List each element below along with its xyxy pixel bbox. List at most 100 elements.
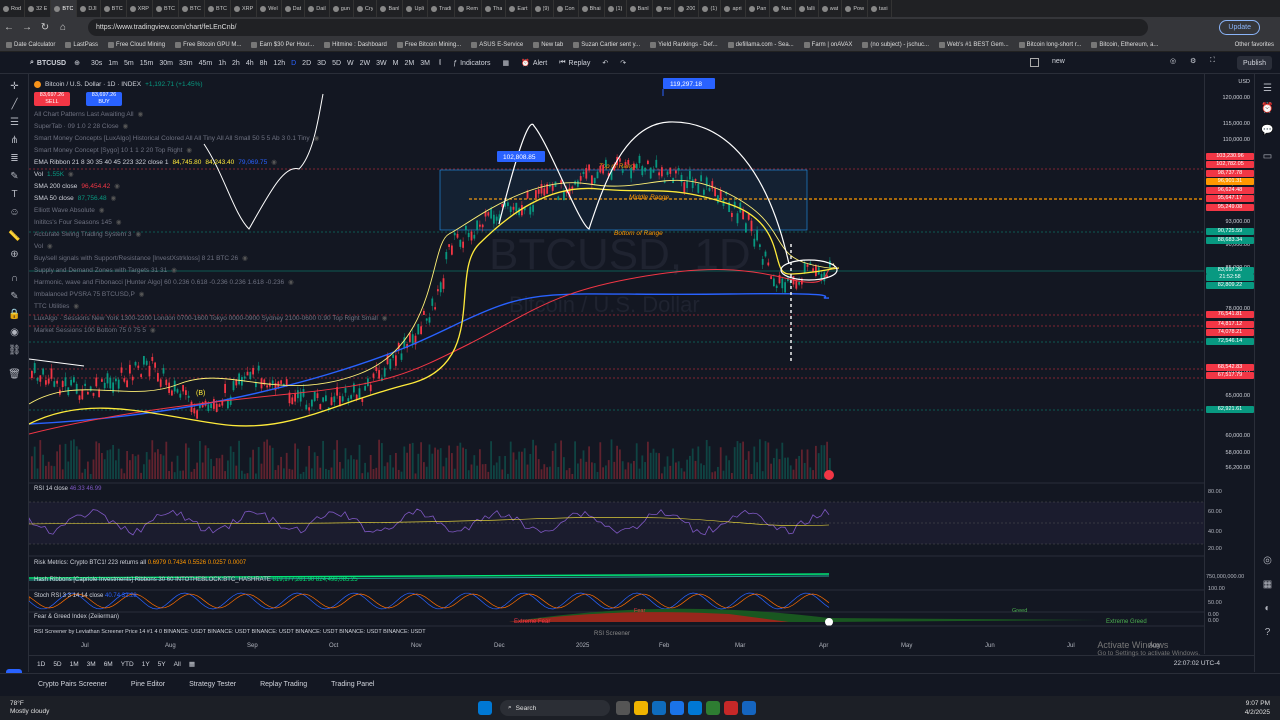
timeframe-button[interactable]: 30m (156, 60, 176, 67)
browser-tab[interactable]: BTC (101, 0, 127, 17)
mail-icon[interactable] (688, 701, 702, 715)
eye-icon[interactable]: ◉ (47, 242, 53, 250)
layout-name[interactable]: new (1052, 58, 1065, 65)
eye-icon[interactable]: ◉ (314, 134, 320, 142)
sell-button[interactable]: 83,697.26 SELL (34, 92, 70, 106)
templates-button[interactable]: ▦ (496, 59, 515, 67)
timeframe-button[interactable]: 3D (314, 60, 329, 67)
browser-tab[interactable]: (1) (605, 0, 627, 17)
home-icon[interactable]: ⌂ (54, 19, 72, 37)
eye-icon[interactable]: ◉ (242, 254, 248, 262)
indicator-row[interactable]: SuperTab · 09 1.0 2 28 Close ◉ (34, 120, 387, 132)
range-button[interactable]: 3M (87, 661, 96, 668)
bookmark-item[interactable]: New tab (533, 41, 563, 48)
bottom-tab[interactable]: Strategy Tester (177, 681, 248, 688)
timeframe-button[interactable]: 5D (329, 60, 344, 67)
indicator-row[interactable]: Buy/sell signals with Support/Resistance… (34, 252, 387, 264)
bookmark-item[interactable]: Date Calculator (6, 41, 55, 48)
emoji-icon[interactable]: ☺ (8, 206, 21, 219)
range-button[interactable]: 5D (53, 661, 61, 668)
indicators-button[interactable]: ƒ Indicators (447, 60, 496, 67)
windows-start-icon[interactable] (478, 701, 492, 715)
eye-icon[interactable]: ◉ (288, 278, 294, 286)
eye-icon[interactable]: ◉ (114, 182, 120, 190)
timeframe-button[interactable]: 12h (270, 60, 288, 67)
weather-widget[interactable]: 78°F Mostly cloudy (10, 700, 49, 716)
bookmark-item[interactable]: LastPass (65, 41, 98, 48)
browser-tab[interactable]: Dat (282, 0, 306, 17)
indicator-row[interactable]: Supply and Demand Zones with Targets 31 … (34, 264, 387, 276)
undo-icon[interactable]: ↶ (596, 59, 614, 67)
browser-tab[interactable]: 32 E (25, 0, 52, 17)
browser-tab[interactable]: Nan (770, 0, 796, 17)
eye-icon[interactable]: ◉ (139, 290, 145, 298)
brush-icon[interactable]: ✎ (8, 170, 21, 183)
reload-icon[interactable]: ↻ (36, 19, 54, 37)
eye-icon[interactable]: ◉ (171, 266, 177, 274)
eye-icon[interactable]: ◉ (8, 326, 21, 339)
browser-tab[interactable]: Upli (403, 0, 428, 17)
horizontal-lines-icon[interactable]: ☰ (8, 116, 21, 129)
chat-icon[interactable]: 💬 (1261, 124, 1274, 137)
magnet-icon[interactable]: ∩ (8, 272, 21, 285)
bookmark-item[interactable]: Web's #1 BEST Gem... (939, 41, 1009, 48)
bookmark-item[interactable]: defillama.com - Sea... (727, 41, 794, 48)
bookmark-item[interactable]: Hitmine : Dashboard (324, 41, 387, 48)
bottom-tab[interactable]: Crypto Pairs Screener (26, 681, 119, 688)
indicator-row[interactable]: EMA Ribbon 21 8 30 35 40 45 223 322 clos… (34, 156, 387, 168)
timeframe-button[interactable]: 15m (137, 60, 157, 67)
bottom-tab[interactable]: Trading Panel (319, 681, 386, 688)
price-scale[interactable]: USD 120,000.00115,000.00110,000.00105,00… (1204, 74, 1254, 654)
file-explorer-icon[interactable] (634, 701, 648, 715)
bookmark-item[interactable]: Bitcoin long-short r... (1018, 41, 1081, 48)
chrome-icon[interactable] (670, 701, 684, 715)
eye-icon[interactable]: ◉ (136, 230, 142, 238)
lock-icon[interactable]: 🔒 (8, 308, 21, 321)
indicator-row[interactable]: Market Sessions 100 Bottom 75 0 75 5 ◉ (34, 324, 387, 336)
other-favorites[interactable]: Other favorites (1235, 42, 1274, 48)
range-button[interactable]: 6M (104, 661, 113, 668)
app-icon[interactable] (724, 701, 738, 715)
buy-button[interactable]: 83,697.26 BUY (86, 92, 122, 106)
timeframe-button[interactable]: 2h (229, 60, 243, 67)
timeframe-button[interactable]: M (390, 60, 402, 67)
browser-tab[interactable]: DJI (77, 0, 101, 17)
symbol-search[interactable]: ⌕ BTCUSD (30, 59, 66, 67)
indicator-row[interactable]: Accurate Swing Trading System 3 ◉ (34, 228, 387, 240)
fullscreen-icon[interactable]: ⛶ (1210, 57, 1215, 65)
eye-icon[interactable]: ◉ (123, 122, 129, 130)
timeframe-button[interactable]: 3M (417, 60, 433, 67)
browser-tab[interactable]: BTC (153, 0, 179, 17)
timeframe-button[interactable]: 2W (357, 60, 374, 67)
taskbar-search[interactable]: ⌕ Search (500, 700, 610, 716)
indicator-row[interactable]: Harmonic, wave and Fibonacci [Hunter Alg… (34, 276, 387, 288)
edge-icon[interactable] (652, 701, 666, 715)
chart-type-button[interactable]: ⫾ (433, 59, 447, 67)
layout-checkbox-icon[interactable] (1030, 58, 1039, 67)
timeframe-button[interactable]: 2M (401, 60, 417, 67)
eye-icon[interactable]: ◉ (116, 218, 122, 226)
timeframe-button[interactable]: 5m (121, 60, 137, 67)
eye-icon[interactable]: ◉ (382, 314, 388, 322)
browser-tab[interactable]: BTC (179, 0, 205, 17)
timeframe-button[interactable]: 1h (215, 60, 229, 67)
browser-tab[interactable]: Dail (305, 0, 330, 17)
zoom-icon[interactable]: ⊕ (8, 248, 21, 261)
target-icon[interactable]: ◎ (1261, 554, 1274, 567)
browser-tab[interactable]: Rem (455, 0, 482, 17)
task-view-icon[interactable] (616, 701, 630, 715)
browser-tab[interactable]: me (653, 0, 676, 17)
indicator-row[interactable]: LuxAlgo · Sessions New York 1300-2200 Lo… (34, 312, 387, 324)
back-icon[interactable]: ← (0, 19, 18, 37)
browser-tab[interactable]: BTC (51, 0, 78, 17)
browser-tab[interactable]: Banl (377, 0, 404, 17)
indicator-row[interactable]: SMA 50 close 87,756.48 ◉ (34, 192, 387, 204)
timeframe-button[interactable]: 1m (105, 60, 121, 67)
range-button[interactable]: 1Y (142, 661, 150, 668)
browser-tab[interactable]: Tha (482, 0, 507, 17)
indicator-row[interactable]: Smart Money Concepts [LuxAlgo] Historica… (34, 132, 387, 144)
bookmark-item[interactable]: Farm | onAVAX (803, 41, 852, 48)
indicator-row[interactable]: Imbalanced PVSRA 75 BTCUSD,P ◉ (34, 288, 387, 300)
pitchfork-icon[interactable]: ⋔ (8, 134, 21, 147)
eye-icon[interactable]: ◉ (73, 302, 79, 310)
